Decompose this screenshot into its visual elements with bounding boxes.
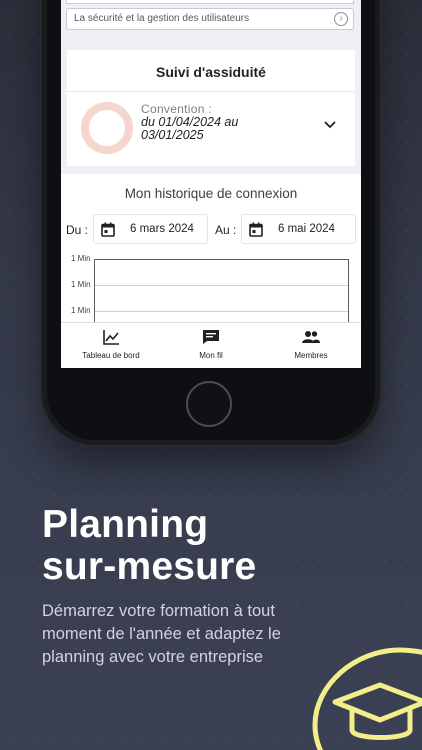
chart-line-icon bbox=[103, 330, 119, 345]
app-screen: La sécurité et la gestion des utilisateu… bbox=[61, 0, 361, 368]
nav-label: Membres bbox=[294, 351, 328, 360]
gridline bbox=[95, 311, 348, 312]
divider bbox=[67, 91, 355, 92]
nav-label: Tableau de bord bbox=[82, 351, 140, 360]
top-card-edge bbox=[66, 0, 354, 4]
calendar-icon bbox=[249, 222, 263, 237]
graduation-cap-icon bbox=[312, 647, 422, 750]
security-row[interactable]: La sécurité et la gestion des utilisateu… bbox=[66, 8, 354, 30]
calendar-icon bbox=[101, 222, 115, 237]
people-icon bbox=[302, 331, 320, 343]
y-tick-label: 1 Min bbox=[71, 306, 91, 315]
convention-dates-line2: 03/01/2025 bbox=[141, 128, 204, 142]
from-date-field[interactable]: 6 mars 2024 bbox=[93, 214, 208, 244]
security-row-label: La sécurité et la gestion des utilisateu… bbox=[74, 13, 250, 24]
to-date-value: 6 mai 2024 bbox=[278, 223, 335, 235]
headline-line1: Planning bbox=[42, 503, 209, 546]
gridline bbox=[95, 285, 348, 286]
y-tick-label: 1 Min bbox=[71, 280, 91, 289]
chevron-down-icon[interactable] bbox=[323, 120, 337, 130]
y-tick-label: 1 Min bbox=[71, 254, 91, 263]
assiduity-title: Suivi d'assiduité bbox=[156, 64, 266, 80]
subtitle: Démarrez votre formation à tout moment d… bbox=[42, 602, 281, 666]
from-label: Du : bbox=[66, 223, 89, 237]
bottom-nav: Tableau de bord Mon fil Membres bbox=[61, 322, 361, 368]
home-button[interactable] bbox=[186, 381, 232, 427]
nav-label: Mon fil bbox=[199, 351, 223, 360]
to-label: Au : bbox=[215, 223, 237, 237]
assiduity-card: Suivi d'assiduité Convention : du 01/04/… bbox=[67, 50, 355, 166]
convention-dates: du 01/04/2024 au 03/01/2025 bbox=[141, 116, 271, 142]
convention-label: Convention : bbox=[141, 102, 212, 116]
chat-icon bbox=[203, 330, 219, 344]
nav-item-members[interactable]: Membres bbox=[261, 323, 361, 368]
connection-chart: 1 Min 1 Min 1 Min bbox=[61, 254, 361, 349]
headline-line2: sur-mesure bbox=[42, 545, 257, 588]
history-title: Mon historique de connexion bbox=[124, 186, 298, 201]
from-date-value: 6 mars 2024 bbox=[130, 223, 194, 235]
to-date-field[interactable]: 6 mai 2024 bbox=[241, 214, 356, 244]
headline: Planning sur-mesure bbox=[42, 504, 256, 588]
progress-ring bbox=[81, 102, 133, 154]
nav-item-dashboard[interactable]: Tableau de bord bbox=[61, 323, 161, 368]
nav-item-feed[interactable]: Mon fil bbox=[161, 323, 261, 368]
chevron-right-icon: › bbox=[334, 12, 348, 26]
